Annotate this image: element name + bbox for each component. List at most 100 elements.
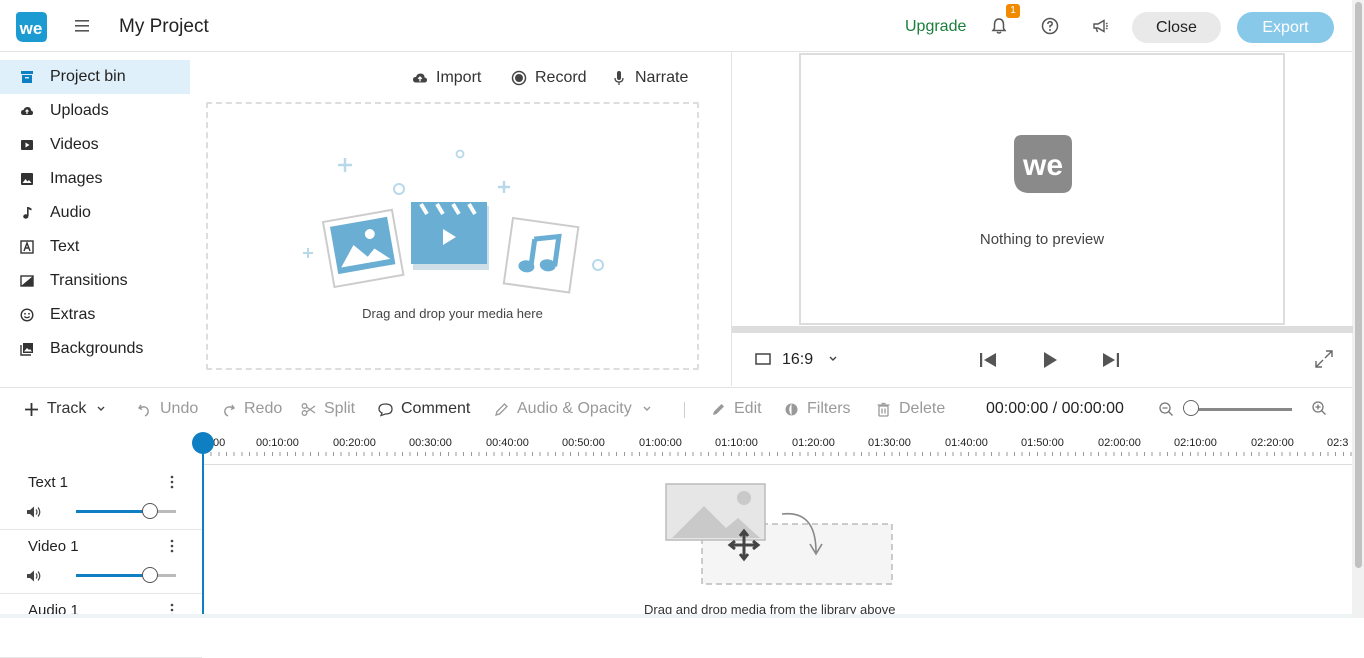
media-dropzone[interactable]: Drag and drop your media here: [206, 102, 699, 370]
sidebar-item-label: Transitions: [50, 272, 128, 289]
track-row[interactable]: Text 1: [0, 466, 202, 530]
record-button[interactable]: Record: [511, 67, 587, 89]
sidebar-item-extras[interactable]: Extras: [0, 298, 190, 332]
ruler-label: 01:10:00: [715, 437, 758, 449]
chevron-down-icon: [97, 406, 105, 411]
sidebar-item-label: Images: [50, 170, 103, 187]
add-track-button[interactable]: Track: [24, 400, 114, 418]
preview-canvas: we Nothing to preview: [799, 53, 1285, 325]
ruler-label: 02:20:00: [1251, 437, 1294, 449]
sidebar-item-label: Uploads: [50, 102, 109, 119]
timeline-ruler[interactable]: 00 00:10:00 00:20:00 00:30:00 00:40:00 0…: [203, 433, 1352, 465]
filters-button[interactable]: Filters: [784, 400, 851, 418]
sidebar-item-videos[interactable]: Videos: [0, 128, 190, 162]
plus-icon: [25, 402, 38, 416]
volume-slider-handle[interactable]: [142, 567, 158, 583]
cloud-upload-icon: [413, 73, 427, 83]
sidebar-item-images[interactable]: Images: [0, 162, 190, 196]
hamburger-menu-icon[interactable]: [74, 18, 90, 34]
audio-opacity-button[interactable]: Audio & Opacity: [494, 400, 660, 418]
export-button[interactable]: Export: [1237, 12, 1334, 43]
track-row[interactable]: Audio 1: [0, 594, 202, 658]
split-button[interactable]: Split: [301, 400, 355, 418]
megaphone-icon[interactable]: [1091, 17, 1109, 35]
drag-media-illustration-icon: [665, 483, 893, 585]
bell-icon[interactable]: [990, 17, 1008, 35]
sidebar-item-project-bin[interactable]: Project bin: [0, 60, 190, 94]
backgrounds-icon: [20, 343, 33, 356]
playhead-handle[interactable]: [192, 432, 214, 454]
volume-icon[interactable]: [26, 505, 42, 519]
skip-forward-icon[interactable]: [1101, 351, 1121, 369]
volume-slider[interactable]: [76, 503, 176, 519]
timeline-dropzone[interactable]: Drag and drop media from the library abo…: [204, 466, 1352, 618]
ruler-ticks: [203, 452, 1352, 456]
trash-icon: [877, 402, 890, 417]
sidebar-item-label: Backgrounds: [50, 340, 144, 357]
ruler-label: 01:40:00: [945, 437, 988, 449]
kebab-menu-icon[interactable]: [166, 538, 178, 554]
ruler-label: 00:10:00: [256, 437, 299, 449]
transition-icon: [20, 275, 34, 287]
sidebar-item-uploads[interactable]: Uploads: [0, 94, 190, 128]
audio-opacity-label: Audio & Opacity: [517, 400, 632, 417]
undo-button[interactable]: Undo: [137, 400, 198, 418]
toolbar-divider: [684, 402, 685, 418]
volume-slider-fill: [76, 510, 150, 513]
video-play-icon: [21, 140, 33, 150]
help-icon[interactable]: [1041, 17, 1059, 35]
aspect-ratio-select[interactable]: 16:9: [782, 351, 813, 369]
microphone-icon: [614, 71, 624, 85]
sidebar-item-label: Text: [50, 238, 80, 255]
zoom-slider-track[interactable]: [1190, 408, 1292, 411]
sidebar-item-audio[interactable]: Audio: [0, 196, 190, 230]
undo-icon: [137, 404, 149, 417]
record-icon: [511, 70, 527, 86]
scrollbar-thumb[interactable]: [1355, 2, 1362, 568]
bottom-border: [0, 614, 1352, 618]
chevron-down-icon[interactable]: [828, 355, 838, 363]
ruler-label: 02:3: [1327, 437, 1349, 449]
ruler-label: 02:10:00: [1174, 437, 1217, 449]
volume-icon[interactable]: [26, 569, 42, 583]
redo-button[interactable]: Redo: [221, 400, 282, 418]
zoom-slider-handle[interactable]: [1183, 400, 1199, 416]
split-label: Split: [324, 400, 356, 417]
upgrade-link[interactable]: Upgrade: [905, 18, 966, 36]
track-row[interactable]: Video 1: [0, 530, 202, 594]
zoom-in-icon[interactable]: [1311, 400, 1327, 416]
play-icon[interactable]: [1041, 351, 1059, 369]
playback-progress-bar[interactable]: [732, 326, 1353, 333]
ruler-label: 01:00:00: [639, 437, 682, 449]
ruler-label: 00:30:00: [409, 437, 452, 449]
narrate-button[interactable]: Narrate: [611, 67, 688, 89]
delete-label: Delete: [899, 400, 946, 417]
volume-slider[interactable]: [76, 567, 176, 583]
we-logo-icon: we: [1014, 135, 1072, 193]
close-button[interactable]: Close: [1132, 12, 1221, 43]
dropzone-text: Drag and drop your media here: [362, 306, 543, 321]
comment-bubble-icon: [378, 402, 393, 417]
we-logo-icon[interactable]: we: [14, 10, 48, 44]
comment-button[interactable]: Comment: [378, 400, 470, 418]
project-title[interactable]: My Project: [119, 16, 209, 38]
delete-button[interactable]: Delete: [876, 400, 945, 418]
import-button[interactable]: Import: [412, 67, 481, 89]
sidebar-item-transitions[interactable]: Transitions: [0, 264, 190, 298]
edit-button[interactable]: Edit: [711, 400, 762, 418]
fullscreen-icon[interactable]: [1314, 349, 1334, 369]
ruler-label: 00:20:00: [333, 437, 376, 449]
sidebar-item-text[interactable]: Text: [0, 230, 190, 264]
sidebar-item-label: Videos: [50, 136, 99, 153]
zoom-out-icon[interactable]: [1158, 401, 1174, 417]
narrate-label: Narrate: [635, 69, 689, 86]
sidebar-item-backgrounds[interactable]: Backgrounds: [0, 332, 190, 366]
kebab-menu-icon[interactable]: [166, 474, 178, 490]
skip-back-icon[interactable]: [978, 351, 998, 369]
preview-empty-text: Nothing to preview: [979, 231, 1105, 248]
ruler-label: 00:50:00: [562, 437, 605, 449]
volume-slider-fill: [76, 574, 150, 577]
ruler-label: 01:50:00: [1021, 437, 1064, 449]
track-name: Text 1: [28, 474, 69, 491]
volume-slider-handle[interactable]: [142, 503, 158, 519]
